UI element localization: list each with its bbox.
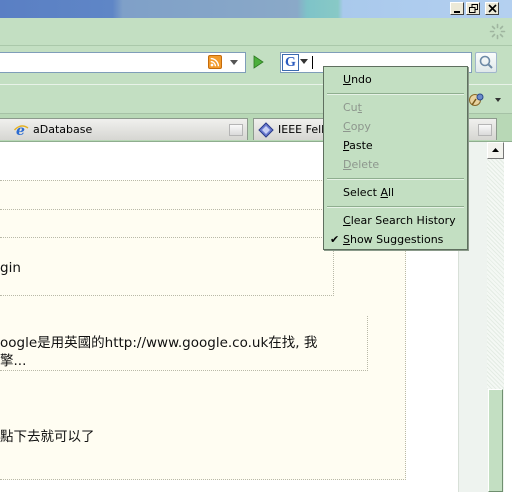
post-text-login: gin <box>0 260 21 276</box>
search-button[interactable] <box>475 52 497 73</box>
close-button[interactable] <box>485 2 499 15</box>
post-text-google: oogle是用英國的http://www.google.co.uk在找, 我 <box>0 335 318 351</box>
context-menu: Undo Cut Copy Paste Delete Select All Cl… <box>323 66 468 250</box>
tab-close-button[interactable] <box>229 123 243 136</box>
quote-box: gin <box>0 181 334 296</box>
extension-icon[interactable] <box>468 91 486 109</box>
ie-icon: e <box>13 123 29 138</box>
scroll-up-button[interactable] <box>487 142 504 159</box>
arrow-up-icon <box>492 148 499 152</box>
scroll-thumb[interactable] <box>488 389 503 492</box>
menu-item-clear-search-history[interactable]: Clear Search History <box>324 211 467 230</box>
browser-window: G e aDatabase IEEE Fello gin oogle是用英國的h… <box>0 0 512 492</box>
vertical-scrollbar[interactable] <box>487 142 504 492</box>
minimize-button[interactable] <box>450 2 464 15</box>
menu-item-delete[interactable]: Delete <box>324 155 467 174</box>
svg-text:e: e <box>16 123 25 138</box>
scroll-track[interactable] <box>487 159 504 389</box>
tab-close-button[interactable] <box>478 123 492 136</box>
tab-label: aDatabase <box>33 123 93 136</box>
tab-adatabase[interactable]: e aDatabase <box>0 118 248 140</box>
google-engine-icon[interactable]: G <box>282 54 299 71</box>
divider <box>0 237 334 238</box>
post-text-b: 點下去就可以了 <box>0 429 95 445</box>
menu-item-paste[interactable]: Paste <box>324 136 467 155</box>
menu-item-copy[interactable]: Copy <box>324 117 467 136</box>
menu-item-show-suggestions[interactable]: ✔ Show Suggestions <box>324 230 467 249</box>
url-dropdown-icon[interactable] <box>228 56 240 68</box>
menu-item-select-all[interactable]: Select All <box>324 183 467 202</box>
go-button[interactable] <box>250 54 266 70</box>
window-edge <box>504 142 512 492</box>
rss-feed-icon[interactable] <box>208 55 222 69</box>
minimize-icon <box>454 10 460 13</box>
divider <box>0 209 334 210</box>
throbber-icon <box>489 23 506 40</box>
post-text-continued: 擎... <box>0 353 27 369</box>
navigation-toolbar <box>0 18 512 46</box>
text-caret <box>312 56 313 69</box>
menu-separator <box>324 202 467 211</box>
chevron-down-icon[interactable] <box>495 98 501 102</box>
menu-separator <box>324 89 467 98</box>
restore-icon <box>468 4 478 13</box>
title-bar <box>0 0 512 18</box>
menu-item-cut[interactable]: Cut <box>324 98 467 117</box>
reply-box: oogle是用英國的http://www.google.co.uk在找, 我 擎… <box>0 316 368 371</box>
restore-button[interactable] <box>466 2 480 15</box>
close-icon <box>487 4 497 13</box>
checkmark-icon: ✔ <box>330 233 340 246</box>
menu-item-undo[interactable]: Undo <box>324 70 467 89</box>
menu-separator <box>324 174 467 183</box>
magnifier-icon <box>479 55 493 69</box>
ieee-diamond-icon <box>258 121 274 138</box>
search-engine-dropdown-icon[interactable] <box>300 59 308 65</box>
